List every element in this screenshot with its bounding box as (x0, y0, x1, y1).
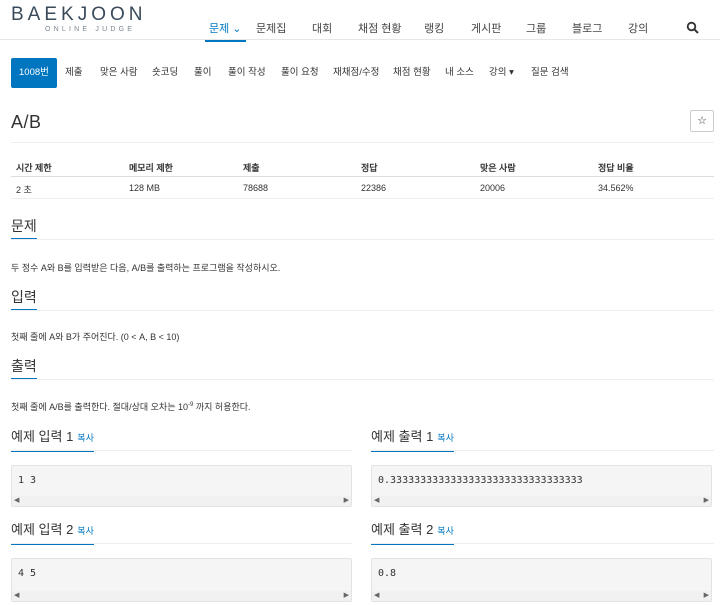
logo-sub-text: ONLINE JUDGE (45, 26, 136, 33)
copy-button[interactable]: 복사 (77, 433, 94, 443)
info-header-ratio: 정답 비율 (598, 163, 634, 173)
problem-subtabs: 1008번 제출 맞은 사람 숏코딩 풀이 풀이 작성 풀이 요청 재채점/수정… (0, 58, 720, 90)
divider (11, 450, 352, 451)
scroll-left-icon[interactable]: ◀ (374, 497, 379, 505)
copy-button[interactable]: 복사 (77, 526, 94, 536)
example-output-1-code: 0.33333333333333333333333333333333 (378, 475, 583, 486)
scroll-right-icon[interactable]: ▶ (704, 497, 709, 505)
nav-item-groups[interactable]: 그룹 (526, 23, 546, 35)
info-value-submissions: 78688 (243, 183, 269, 193)
output-text-pre: 첫째 줄에 A/B를 출력한다. 절대/상대 오차는 10 (11, 402, 189, 412)
scroll-right-icon[interactable]: ▶ (704, 592, 709, 600)
example-output-1-box[interactable]: 0.33333333333333333333333333333333 ◀ ▶ (371, 465, 712, 507)
site-logo[interactable]: BAEKJOON ONLINE JUDGE (11, 5, 171, 34)
example-output-2-label: 예제 출력 2 (371, 522, 434, 537)
problem-description: 두 정수 A와 B를 입력받은 다음, A/B를 출력하는 프로그램을 작성하시… (11, 263, 281, 273)
nav-item-board[interactable]: 게시판 (471, 23, 501, 35)
nav-item-workbooks[interactable]: 문제집 (256, 23, 286, 35)
divider (11, 379, 714, 380)
tab-solutions[interactable]: 풀이 (194, 58, 211, 88)
star-button[interactable]: ☆ (690, 110, 714, 132)
example-input-1-code: 1 3 (18, 475, 37, 486)
tab-judge-status[interactable]: 채점 현황 (393, 58, 431, 88)
section-title-input: 입력 (11, 289, 37, 311)
info-value-solved-users: 20006 (480, 183, 506, 193)
info-value-ratio: 34.562% (598, 183, 634, 193)
scroll-left-icon[interactable]: ◀ (14, 592, 19, 600)
example-output-2-box[interactable]: 0.8 ◀ ▶ (371, 558, 712, 602)
example-output-2-title: 예제 출력 2 복사 (371, 522, 454, 545)
copy-button[interactable]: 복사 (437, 526, 454, 536)
copy-button[interactable]: 복사 (437, 433, 454, 443)
divider (11, 176, 714, 177)
horizontal-scrollbar[interactable]: ◀ ▶ (12, 496, 351, 506)
nav-item-status[interactable]: 채점 현황 (358, 23, 402, 35)
info-header-time-limit: 시간 제한 (16, 163, 52, 173)
example-output-2-code: 0.8 (378, 568, 397, 579)
example-input-1-label: 예제 입력 1 (11, 429, 74, 444)
tab-request-solution[interactable]: 풀이 요청 (281, 58, 319, 88)
top-navbar: BAEKJOON ONLINE JUDGE 문제 ⌄ 문제집 대회 채점 현황 … (0, 0, 720, 42)
section-title-problem: 문제 (11, 218, 37, 240)
info-header-submissions: 제출 (243, 163, 260, 173)
tab-my-source[interactable]: 내 소스 (445, 58, 474, 88)
tab-short-coding[interactable]: 숏코딩 (152, 58, 178, 88)
divider (371, 543, 714, 544)
example-input-2-label: 예제 입력 2 (11, 522, 74, 537)
nav-item-ranking[interactable]: 랭킹 (424, 23, 444, 35)
scroll-left-icon[interactable]: ◀ (374, 592, 379, 600)
info-value-accepted: 22386 (361, 183, 387, 193)
divider (11, 543, 352, 544)
scroll-right-icon[interactable]: ▶ (344, 497, 349, 505)
search-icon[interactable] (686, 21, 700, 35)
scroll-right-icon[interactable]: ▶ (344, 592, 349, 600)
horizontal-scrollbar[interactable]: ◀ ▶ (372, 496, 711, 506)
output-description: 첫째 줄에 A/B를 출력한다. 절대/상대 오차는 10-9 까지 허용한다. (11, 400, 251, 413)
info-header-solved-users: 맞은 사람 (480, 163, 516, 173)
tab-write-solution[interactable]: 풀이 작성 (228, 58, 266, 88)
output-text-post: 까지 허용한다. (193, 402, 251, 412)
divider (11, 198, 714, 199)
nav-item-lectures[interactable]: 강의 (628, 23, 648, 35)
input-description: 첫째 줄에 A와 B가 주어진다. (0 < A, B < 10) (11, 332, 180, 342)
info-value-memory-limit: 128 MB (129, 183, 161, 193)
example-input-1-box[interactable]: 1 3 ◀ ▶ (11, 465, 352, 507)
scroll-left-icon[interactable]: ◀ (14, 497, 19, 505)
section-title-output: 출력 (11, 358, 37, 380)
horizontal-scrollbar[interactable]: ◀ ▶ (12, 591, 351, 601)
divider (11, 142, 714, 143)
nav-item-contests[interactable]: 대회 (312, 23, 332, 35)
tab-lectures-dropdown[interactable]: 강의 ▾ (489, 58, 514, 88)
info-value-time-limit: 2 초 (16, 185, 32, 195)
divider (11, 310, 714, 311)
horizontal-scrollbar[interactable]: ◀ ▶ (372, 591, 711, 601)
info-header-accepted: 정답 (361, 163, 378, 173)
divider (371, 450, 714, 451)
tab-problem-number[interactable]: 1008번 (11, 58, 57, 88)
example-input-2-box[interactable]: 4 5 ◀ ▶ (11, 558, 352, 602)
example-input-2-code: 4 5 (18, 568, 37, 579)
info-header-memory-limit: 메모리 제한 (129, 163, 173, 173)
example-output-1-title: 예제 출력 1 복사 (371, 429, 454, 452)
tab-rejudge[interactable]: 재채점/수정 (333, 58, 379, 88)
example-output-1-label: 예제 출력 1 (371, 429, 434, 444)
example-input-1-title: 예제 입력 1 복사 (11, 429, 94, 452)
tab-accepted-users[interactable]: 맞은 사람 (100, 58, 138, 88)
logo-main-text: BAEKJOON (11, 4, 147, 25)
tab-submit[interactable]: 제출 (65, 58, 82, 88)
nav-item-blog[interactable]: 블로그 (572, 23, 602, 35)
divider (11, 239, 714, 240)
example-input-2-title: 예제 입력 2 복사 (11, 522, 94, 545)
tab-question-search[interactable]: 질문 검색 (531, 58, 569, 88)
nav-item-problems[interactable]: 문제 ⌄ (205, 23, 245, 42)
page-title: A/B (11, 112, 42, 132)
